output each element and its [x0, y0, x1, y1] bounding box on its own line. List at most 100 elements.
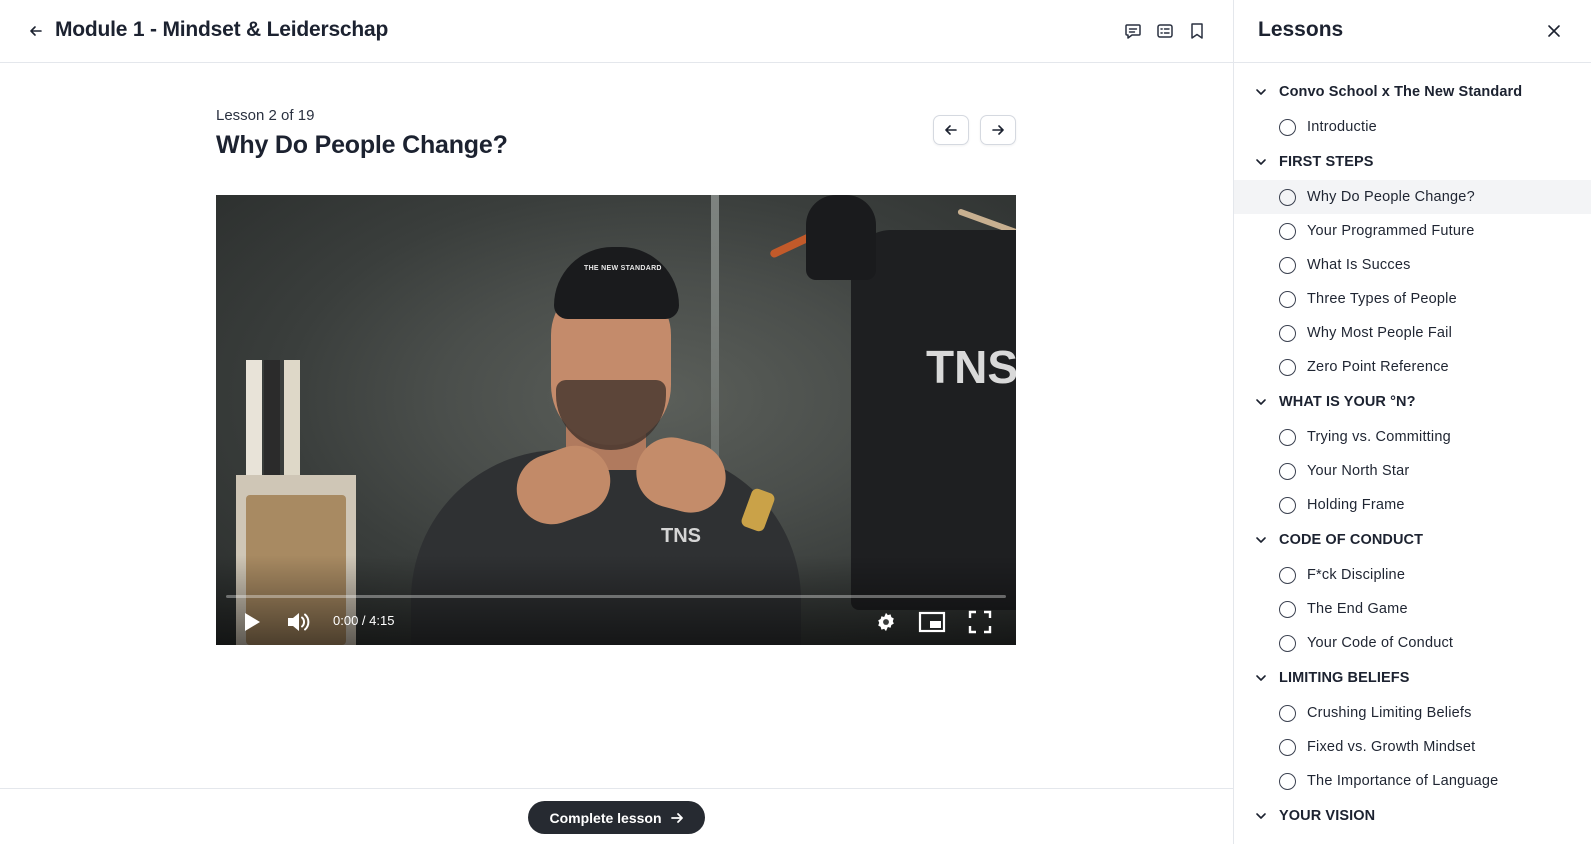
complete-lesson-button[interactable]: Complete lesson: [528, 801, 705, 834]
section-header[interactable]: CODE OF CONDUCT: [1234, 522, 1591, 558]
next-lesson-button[interactable]: [980, 115, 1016, 145]
lesson-item[interactable]: Crushing Limiting Beliefs: [1234, 696, 1591, 730]
fullscreen-button[interactable]: [966, 607, 994, 637]
video-book: [284, 360, 300, 475]
bookmark-button[interactable]: [1187, 20, 1207, 42]
comment-icon: [1125, 24, 1141, 39]
play-button[interactable]: [238, 607, 266, 637]
close-sidebar-button[interactable]: [1544, 21, 1564, 41]
gear-icon: [878, 612, 894, 632]
lesson-label: The Importance of Language: [1307, 773, 1499, 789]
arrow-left-icon: [945, 125, 957, 135]
video-cap-logo: THE NEW STANDARD: [584, 265, 662, 272]
lesson-item[interactable]: What Is Succes: [1234, 248, 1591, 282]
circle-icon: [1279, 772, 1296, 790]
chevron-down-icon: [1256, 813, 1266, 819]
circle-icon: [1279, 496, 1296, 514]
arrow-right-icon: [670, 812, 683, 823]
lesson-item[interactable]: Your Programmed Future: [1234, 214, 1591, 248]
video-settings-button[interactable]: [873, 607, 899, 637]
lesson-label: Introductie: [1307, 119, 1377, 135]
lesson-label: Your North Star: [1307, 463, 1410, 479]
lesson-label: Fixed vs. Growth Mindset: [1307, 739, 1476, 755]
lesson-item[interactable]: Zero Point Reference: [1234, 350, 1591, 384]
arrow-left-icon: [30, 26, 42, 36]
section-header[interactable]: Convo School x The New Standard: [1234, 74, 1591, 110]
circle-icon: [1279, 566, 1296, 584]
section-label: CODE OF CONDUCT: [1279, 532, 1424, 548]
lesson-item[interactable]: The End Game: [1234, 592, 1591, 626]
close-icon: [1548, 25, 1560, 37]
section-header[interactable]: YOUR VISION: [1234, 798, 1591, 834]
lesson-item[interactable]: The Importance of Language: [1234, 764, 1591, 798]
fullscreen-icon: [968, 610, 992, 634]
circle-icon: [1279, 256, 1296, 274]
circle-icon: [1279, 738, 1296, 756]
lesson-item[interactable]: Trying vs. Committing: [1234, 420, 1591, 454]
chevron-down-icon: [1256, 159, 1266, 165]
video-shirt-logo: TNS: [926, 341, 1016, 393]
section-toggle: [1254, 85, 1268, 99]
lesson-item[interactable]: Your North Star: [1234, 454, 1591, 488]
lesson-item[interactable]: F*ck Discipline: [1234, 558, 1591, 592]
volume-button[interactable]: [284, 607, 314, 637]
circle-icon: [1279, 600, 1296, 618]
lesson-label: Your Code of Conduct: [1307, 635, 1454, 651]
lesson-label: Trying vs. Committing: [1307, 429, 1451, 445]
back-button[interactable]: [26, 21, 46, 41]
video-hanging-cap: [806, 195, 876, 280]
picture-in-picture-button[interactable]: [917, 607, 947, 637]
circle-icon: [1279, 188, 1296, 206]
video-chest-logo: TNS: [661, 525, 701, 547]
circle-icon: [1279, 324, 1296, 342]
video-progress-bar[interactable]: [226, 595, 1006, 598]
video-book: [246, 360, 262, 475]
circle-icon: [1279, 222, 1296, 240]
section-header[interactable]: WHAT IS YOUR °N?: [1234, 384, 1591, 420]
lesson-counter: Lesson 2 of 19: [216, 107, 315, 124]
circle-icon: [1279, 428, 1296, 446]
bookmark-icon: [1191, 23, 1203, 39]
module-title: Module 1 - Mindset & Leiderschap: [55, 18, 389, 41]
main-content: Module 1 - Mindset & Leiderschap Lesson …: [0, 0, 1233, 844]
notes-icon: [1157, 24, 1173, 38]
section-label: WHAT IS YOUR °N?: [1279, 394, 1416, 410]
video-player[interactable]: TNS THE NEW STANDARD TNS 0:00 / 4:15: [216, 195, 1016, 645]
lesson-item[interactable]: Holding Frame: [1234, 488, 1591, 522]
circle-icon: [1279, 290, 1296, 308]
lesson-item[interactable]: Introductie: [1234, 110, 1591, 144]
sidebar-header: Lessons: [1234, 0, 1591, 63]
lesson-label: Three Types of People: [1307, 291, 1457, 307]
chevron-down-icon: [1256, 675, 1266, 681]
complete-lesson-label: Complete lesson: [549, 809, 662, 826]
section-toggle: [1254, 533, 1268, 547]
notes-button[interactable]: [1155, 20, 1175, 42]
section-label: FIRST STEPS: [1279, 154, 1374, 170]
lesson-list: Convo School x The New Standard Introduct…: [1234, 74, 1591, 834]
previous-lesson-button[interactable]: [933, 115, 969, 145]
section-toggle: [1254, 671, 1268, 685]
lessons-sidebar: Lessons Convo School x The New Standard I…: [1233, 0, 1591, 844]
section-header[interactable]: FIRST STEPS: [1234, 144, 1591, 180]
section-toggle: [1254, 395, 1268, 409]
section-header[interactable]: LIMITING BELIEFS: [1234, 660, 1591, 696]
lesson-item[interactable]: Three Types of People: [1234, 282, 1591, 316]
lesson-item[interactable]: Why Most People Fail: [1234, 316, 1591, 350]
comments-button[interactable]: [1123, 20, 1143, 42]
arrow-right-icon: [992, 125, 1004, 135]
lesson-label: F*ck Discipline: [1307, 567, 1406, 583]
lesson-title: Why Do People Change?: [216, 131, 508, 159]
circle-icon: [1279, 462, 1296, 480]
section-label: LIMITING BELIEFS: [1279, 670, 1410, 686]
circle-icon: [1279, 118, 1296, 136]
video-book: [264, 360, 280, 475]
lesson-item[interactable]: Why Do People Change?: [1234, 180, 1591, 214]
section-toggle: [1254, 809, 1268, 823]
circle-icon: [1279, 704, 1296, 722]
lesson-label: Zero Point Reference: [1307, 359, 1449, 375]
chevron-down-icon: [1256, 399, 1266, 405]
lesson-label: Why Do People Change?: [1307, 189, 1475, 205]
lesson-item[interactable]: Fixed vs. Growth Mindset: [1234, 730, 1591, 764]
video-time-display: 0:00 / 4:15: [333, 613, 395, 628]
lesson-item[interactable]: Your Code of Conduct: [1234, 626, 1591, 660]
